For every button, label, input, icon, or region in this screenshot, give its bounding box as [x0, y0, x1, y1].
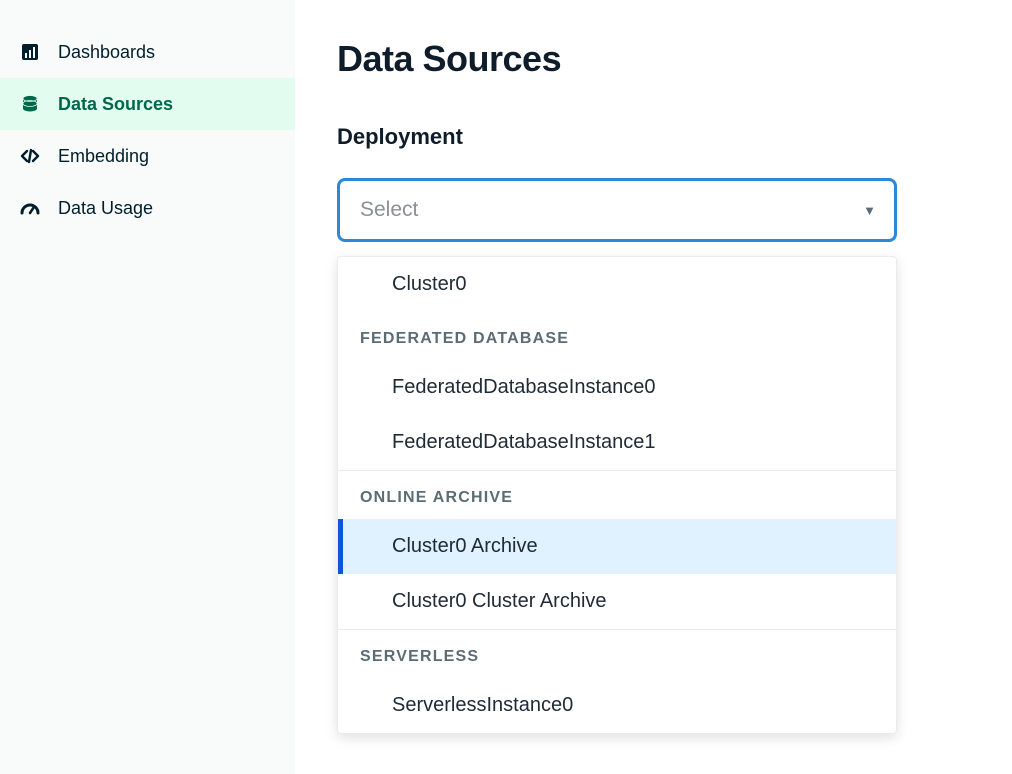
- dropdown-option-federateddatabaseinstance0[interactable]: FederatedDatabaseInstance0: [338, 360, 896, 415]
- dashboards-icon: [20, 42, 46, 62]
- dropdown-option-cluster0-cluster-archive[interactable]: Cluster0 Cluster Archive: [338, 574, 896, 629]
- embedding-icon: [20, 146, 46, 166]
- dropdown-option-serverlessinstance0[interactable]: ServerlessInstance0: [338, 678, 896, 733]
- dropdown-group-online-archive: Online Archive: [338, 470, 896, 519]
- deployment-dropdown[interactable]: Cluster0 Federated Database FederatedDat…: [337, 256, 897, 734]
- select-placeholder: Select: [360, 198, 418, 222]
- sidebar-item-label: Data Sources: [58, 94, 173, 115]
- sidebar-item-label: Data Usage: [58, 198, 153, 219]
- sidebar-item-label: Dashboards: [58, 42, 155, 63]
- dropdown-option-cluster0-archive[interactable]: Cluster0 Archive: [338, 519, 896, 574]
- chevron-down-icon: ▼: [863, 203, 876, 218]
- deployment-select[interactable]: Select ▼: [337, 178, 897, 242]
- sidebar-item-embedding[interactable]: Embedding: [0, 130, 295, 182]
- data-usage-icon: [20, 201, 46, 215]
- dropdown-group-federated-database: Federated Database: [338, 312, 896, 360]
- data-sources-icon: [20, 94, 46, 114]
- sidebar-item-data-usage[interactable]: Data Usage: [0, 182, 295, 234]
- app-root: Dashboards Data Sources: [0, 0, 1012, 774]
- dropdown-group-serverless: Serverless: [338, 629, 896, 678]
- sidebar-item-label: Embedding: [58, 146, 149, 167]
- sidebar-item-dashboards[interactable]: Dashboards: [0, 26, 295, 78]
- dropdown-option-cluster0[interactable]: Cluster0: [338, 257, 896, 312]
- dropdown-option-federateddatabaseinstance1[interactable]: FederatedDatabaseInstance1: [338, 415, 896, 470]
- main-content: Data Sources Deployment Select ▼ Cluster…: [295, 0, 1012, 774]
- section-label-deployment: Deployment: [337, 124, 970, 150]
- page-title: Data Sources: [337, 38, 970, 80]
- deployment-select-wrap: Select ▼ Cluster0 Federated Database Fed…: [337, 178, 897, 242]
- sidebar: Dashboards Data Sources: [0, 0, 295, 774]
- sidebar-item-data-sources[interactable]: Data Sources: [0, 78, 295, 130]
